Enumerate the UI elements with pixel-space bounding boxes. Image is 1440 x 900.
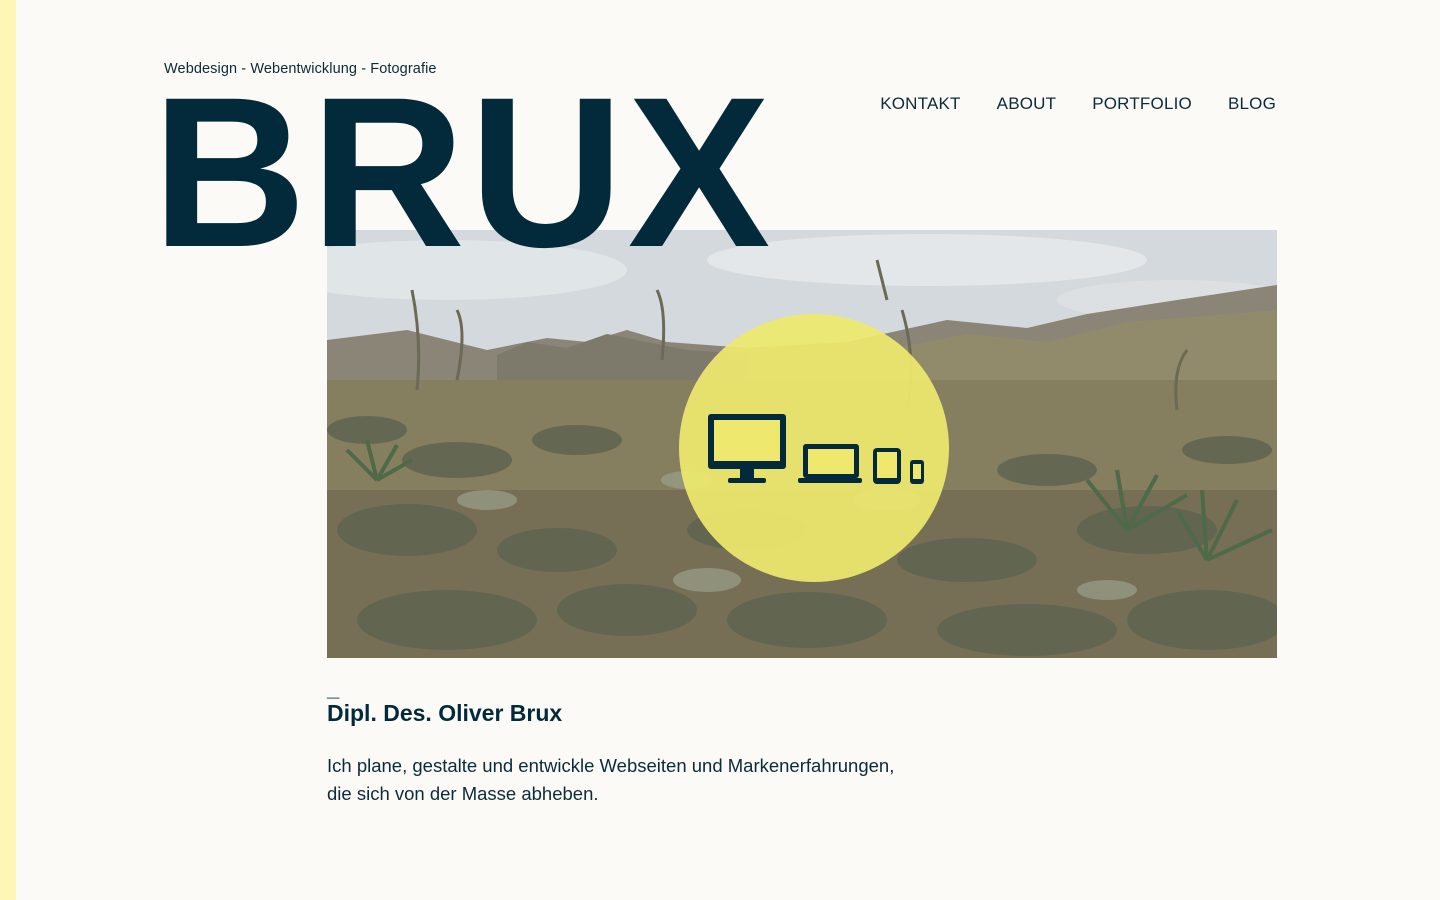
responsive-devices	[706, 412, 926, 492]
left-accent-strip	[0, 0, 16, 900]
devices-icons	[708, 414, 924, 484]
nav-item-portfolio[interactable]: PORTFOLIO	[1092, 94, 1192, 114]
intro-line-1: Ich plane, gestalte und entwickle Websei…	[327, 755, 895, 776]
site-logo[interactable]: BRUX	[152, 66, 774, 280]
nav-item-kontakt[interactable]: KONTAKT	[880, 94, 960, 114]
nav-item-blog[interactable]: BLOG	[1228, 94, 1276, 114]
desktop-icon	[708, 414, 786, 483]
tablet-icon	[873, 448, 901, 484]
phone-icon	[910, 460, 924, 484]
laptop-icon	[798, 444, 862, 483]
intro-text: Ich plane, gestalte und entwickle Websei…	[327, 752, 967, 808]
nav-item-about[interactable]: ABOUT	[997, 94, 1057, 114]
intro-line-2: die sich von der Masse abheben.	[327, 783, 599, 804]
main-nav: KONTAKT ABOUT PORTFOLIO BLOG	[880, 94, 1276, 114]
section-dash: _	[327, 676, 340, 701]
owner-name: Dipl. Des. Oliver Brux	[327, 700, 563, 726]
